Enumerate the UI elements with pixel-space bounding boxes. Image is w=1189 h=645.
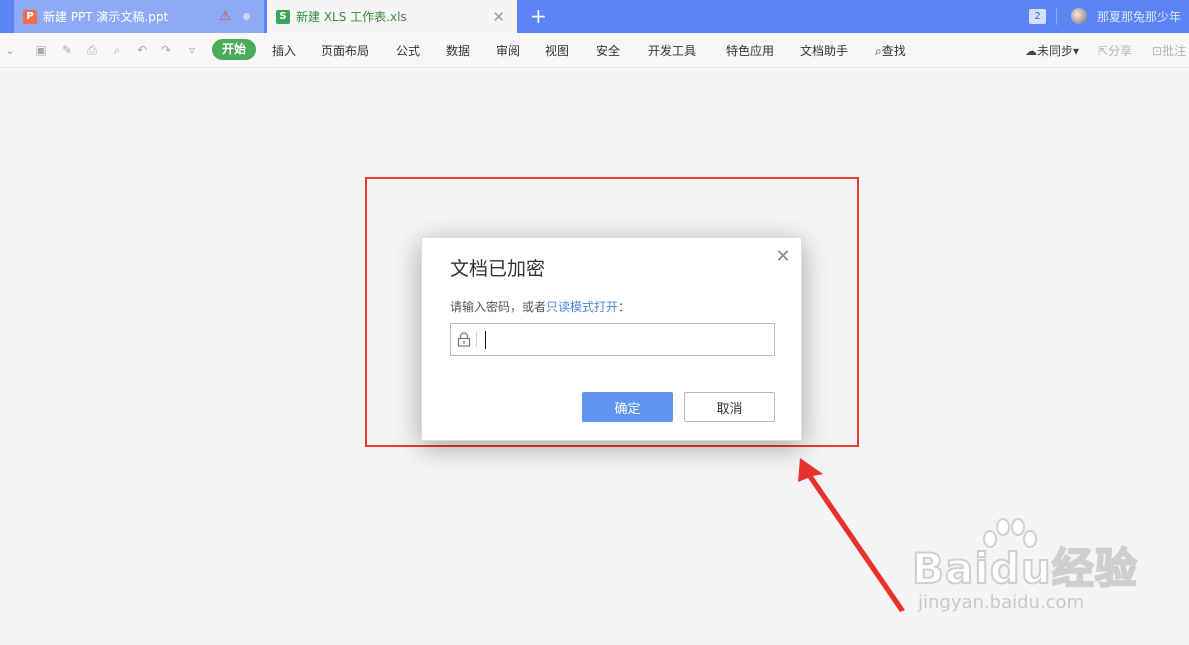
watermark-url: jingyan.baidu.com xyxy=(918,592,1085,613)
watermark-logo: Baidu经验 xyxy=(911,543,1138,594)
watermark: Baidu经验 jingyan.baidu.com xyxy=(911,515,1152,620)
